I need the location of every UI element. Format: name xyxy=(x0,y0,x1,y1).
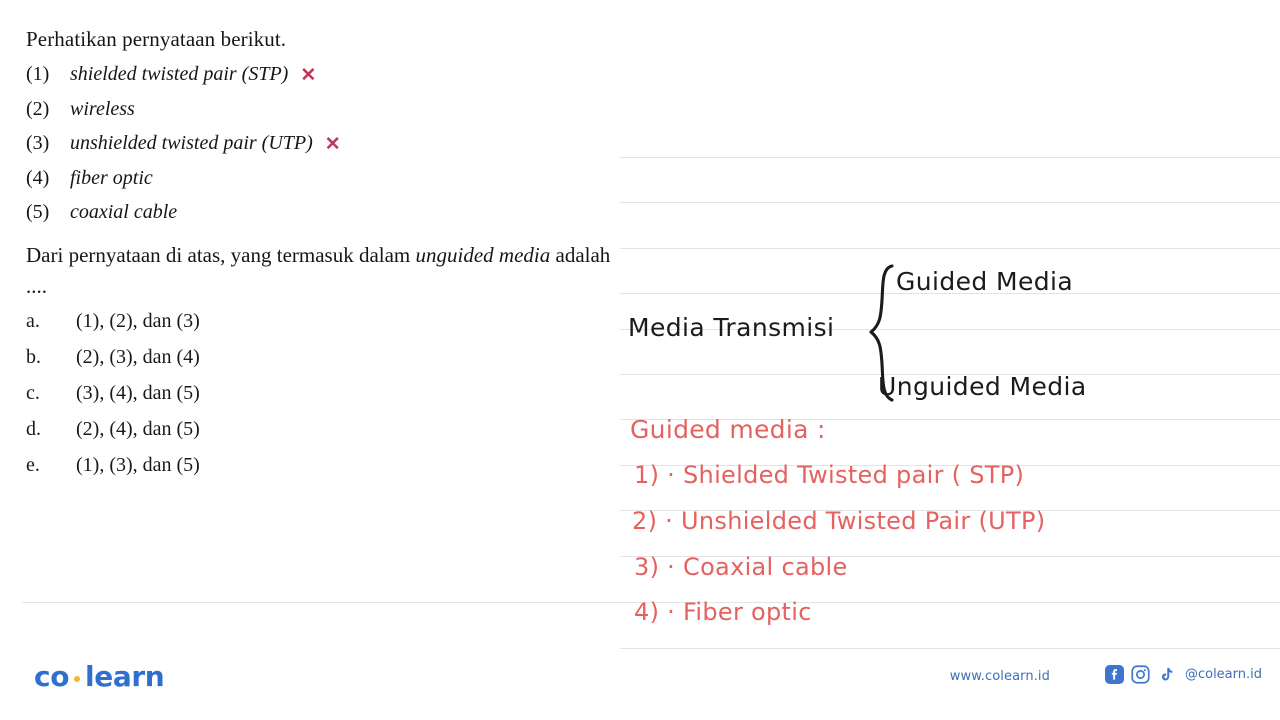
choice-option-a[interactable]: a. (1), (2), dan (3) xyxy=(26,311,636,331)
cross-mark-icon: ✕ xyxy=(300,65,317,87)
annotation-red-item-1: 1) · Shielded Twisted pair ( STP) xyxy=(634,461,1025,489)
statement-text: wireless xyxy=(70,98,135,121)
annotation-branch-guided: Guided Media xyxy=(896,267,1074,296)
statement-item: (2) wireless xyxy=(26,97,636,121)
rule-line xyxy=(620,202,1280,203)
choice-key: c. xyxy=(26,381,40,404)
instagram-icon[interactable] xyxy=(1131,665,1150,684)
question-body-italic1: unguided xyxy=(415,242,494,267)
question-body: Dari pernyataan di atas, yang termasuk d… xyxy=(26,240,626,303)
choice-list: a. (1), (2), dan (3) b. (2), (3), dan (4… xyxy=(26,311,636,475)
statement-item: (4) fiber optic xyxy=(26,166,636,190)
statement-text: coaxial cable xyxy=(70,200,178,223)
tiktok-icon[interactable] xyxy=(1157,665,1175,684)
question-body-italic2: media xyxy=(498,242,551,267)
social-links: @colearn.id xyxy=(1104,665,1262,684)
statement-number: (1) xyxy=(26,63,50,86)
annotation-red-heading: Guided media : xyxy=(630,415,826,444)
annotation-red-item-3: 3) · Coaxial cable xyxy=(634,553,848,581)
annotation-red-item-4: 4) · Fiber optic xyxy=(634,598,812,626)
choice-key: d. xyxy=(26,417,41,440)
logo-dot-icon xyxy=(74,675,81,682)
logo-text-learn: learn xyxy=(85,660,165,693)
statement-number: (5) xyxy=(26,200,50,223)
question-intro: Perhatikan pernyataan berikut. xyxy=(26,27,287,51)
statement-list: (1) shielded twisted pair (STP) ✕ (2) wi… xyxy=(26,62,636,224)
choice-key: a. xyxy=(26,309,40,332)
rule-line xyxy=(620,157,1280,158)
facebook-icon[interactable] xyxy=(1104,665,1124,684)
question-body-part1: Dari pernyataan di atas, yang termasuk d… xyxy=(26,242,416,267)
choice-value: (2), (4), dan (5) xyxy=(76,417,200,440)
choice-option-e[interactable]: e. (1), (3), dan (5) xyxy=(26,455,636,475)
choice-value: (1), (3), dan (5) xyxy=(76,453,200,476)
choice-option-c[interactable]: c. (3), (4), dan (5) xyxy=(26,383,636,403)
cross-mark-icon: ✕ xyxy=(324,134,341,156)
statement-item: (1) shielded twisted pair (STP) ✕ xyxy=(26,62,636,87)
statement-item: (3) unshielded twisted pair (UTP) ✕ xyxy=(26,131,636,156)
statement-text: shielded twisted pair (STP) xyxy=(70,63,289,86)
choice-value: (1), (2), dan (3) xyxy=(76,309,200,332)
statement-number: (3) xyxy=(26,132,50,155)
choice-option-b[interactable]: b. (2), (3), dan (4) xyxy=(26,347,636,367)
statement-number: (2) xyxy=(26,98,50,121)
logo-text-co: co xyxy=(34,660,70,693)
page-footer: co learn www.colearn.id @colearn.id xyxy=(0,642,1280,720)
statement-item: (5) coaxial cable xyxy=(26,200,636,224)
choice-key: e. xyxy=(26,453,40,476)
question-pane: Perhatikan pernyataan berikut. (1) shiel… xyxy=(26,26,636,491)
annotation-red-item-2: 2) · Unshielded Twisted Pair (UTP) xyxy=(632,507,1046,535)
colearn-logo: co learn xyxy=(34,660,165,693)
choice-value: (2), (3), dan (4) xyxy=(76,345,200,368)
rule-line xyxy=(620,248,1280,249)
statement-text: unshielded twisted pair (UTP) xyxy=(70,132,313,155)
website-url[interactable]: www.colearn.id xyxy=(950,669,1050,684)
statement-text: fiber optic xyxy=(70,166,153,189)
annotation-branch-unguided: Unguided Media xyxy=(878,372,1087,401)
choice-option-d[interactable]: d. (2), (4), dan (5) xyxy=(26,419,636,439)
choice-key: b. xyxy=(26,345,41,368)
social-handle: @colearn.id xyxy=(1184,667,1262,682)
choice-value: (3), (4), dan (5) xyxy=(76,381,200,404)
annotation-root-label: Media Transmisi xyxy=(628,313,835,342)
statement-number: (4) xyxy=(26,166,50,189)
